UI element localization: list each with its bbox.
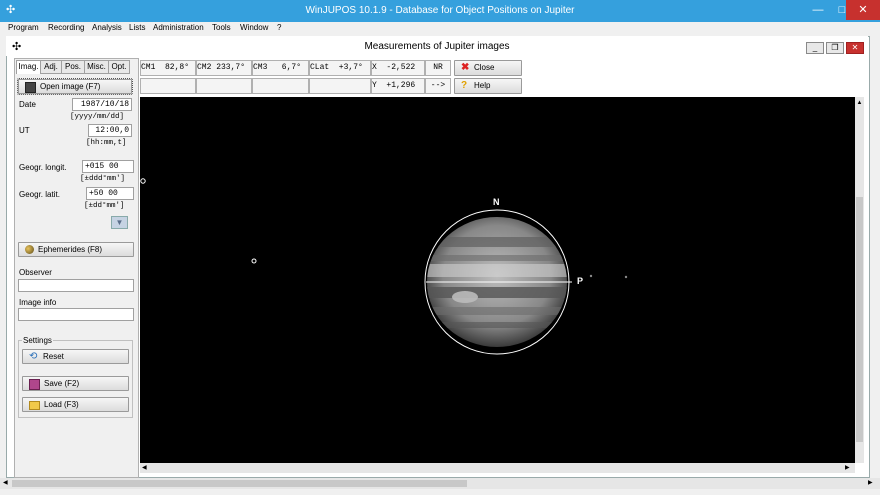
vertical-scrollbar[interactable]: ▲ [855,97,864,463]
cm3-readout: CM3 6,7° [252,60,309,76]
moon-marker [140,178,146,184]
jupiter-image [140,178,628,355]
readout-blank-1 [140,78,196,94]
y-readout: Y +1,296 [371,78,425,94]
date-format: [yyyy/mm/dd] [70,113,125,121]
p-label: P [577,276,584,286]
menu-window[interactable]: Window [240,23,268,32]
settings-label: Settings [22,336,53,345]
horizontal-scrollbar[interactable]: ◀ ▶ [140,463,855,473]
chevron-right-icon[interactable]: ▶ [845,463,853,473]
title-bar: ✣ WinJUPOS 10.1.9 - Database for Object … [0,0,880,22]
help-button[interactable]: ? Help [454,78,522,94]
chevron-left-icon[interactable]: ◀ [142,463,150,473]
clat-readout: CLat +3,7° [309,60,371,76]
menu-administration[interactable]: Administration [153,23,204,32]
longitude-field[interactable]: +015 00 [82,160,134,173]
longitude-format: [±ddd°mm'] [80,175,126,183]
window-title: WinJUPOS 10.1.9 - Database for Object Po… [305,5,575,16]
scroll-thumb[interactable] [12,480,467,487]
menu-help[interactable]: ? [277,23,281,32]
chevron-down-icon[interactable]: ▼ [111,216,128,229]
tab-opt[interactable]: Opt. [108,60,130,74]
minimize-button[interactable]: — [806,0,830,20]
ephemerides-button[interactable]: Ephemerides (F8) [18,242,134,257]
child-close-button[interactable]: ✕ [846,42,864,54]
chevron-right-icon[interactable]: ▶ [868,478,876,489]
readout-blank-2 [196,78,252,94]
arrow-readout: --> [425,78,451,94]
close-icon: ✖ [461,62,470,73]
chevron-up-icon[interactable]: ▲ [856,99,863,107]
latitude-format: [±dd°mm'] [84,202,125,210]
x-readout: X -2,522 [371,60,425,76]
cm1-readout: CM1 82,8° [140,60,196,76]
longitude-label: Geogr. longit. [19,163,67,172]
moon-dot [589,274,593,278]
readout-blank-3 [252,78,309,94]
open-image-button[interactable]: Open image (F7) [17,78,133,95]
tab-adj[interactable]: Adj. [40,60,62,74]
tab-pos[interactable]: Pos. [61,60,85,74]
child-title-bar: ✣ Measurements of Jupiter images _ ❐ ✕ [6,36,868,56]
ut-format: [hh:mm,t] [86,139,127,147]
menu-recording[interactable]: Recording [48,23,84,32]
image-icon [25,82,36,93]
child-restore-button[interactable]: ❐ [826,42,844,54]
observer-label: Observer [19,268,52,277]
ut-field[interactable]: 12:00,0 [88,124,132,137]
nr-readout: NR [425,60,451,76]
load-button[interactable]: Load (F3) [22,397,129,412]
tab-misc[interactable]: Misc. [84,60,109,74]
menu-program[interactable]: Program [8,23,39,32]
menu-bar: Program Recording Analysis Lists Adminis… [0,22,880,35]
latitude-label: Geogr. latit. [19,190,60,199]
main-horizontal-scrollbar[interactable]: ◀ ▶ [0,478,880,489]
latitude-field[interactable]: +50 00 [86,187,134,200]
floppy-icon [29,379,40,390]
menu-lists[interactable]: Lists [129,23,145,32]
north-label: N [493,197,500,207]
cm2-readout: CM2 233,7° [196,60,252,76]
chevron-left-icon[interactable]: ◀ [3,478,11,489]
reset-button[interactable]: ⟲ Reset [22,349,129,364]
date-label: Date [19,100,36,109]
ut-label: UT [19,126,30,135]
close-button[interactable]: ✖ Close [454,60,522,76]
folder-icon [29,401,40,410]
scroll-thumb[interactable] [856,197,863,442]
readout-blank-4 [309,78,371,94]
image-canvas[interactable] [140,97,855,463]
tab-imag[interactable]: Imag. [16,60,41,74]
help-icon: ? [461,80,468,91]
child-title: Measurements of Jupiter images [364,41,510,52]
image-info-field[interactable] [18,308,134,321]
menu-tools[interactable]: Tools [212,23,231,32]
save-button[interactable]: Save (F2) [22,376,129,391]
moon-marker [251,258,257,264]
moon-dot [624,275,628,279]
date-field[interactable]: 1987/10/18 [72,98,132,111]
close-window-button[interactable]: ✕ [846,0,880,20]
reset-icon: ⟲ [29,351,38,362]
child-minimize-button[interactable]: _ [806,42,824,54]
planet-icon [25,245,34,254]
menu-analysis[interactable]: Analysis [92,23,122,32]
image-info-label: Image info [19,298,57,307]
observer-field[interactable] [18,279,134,292]
